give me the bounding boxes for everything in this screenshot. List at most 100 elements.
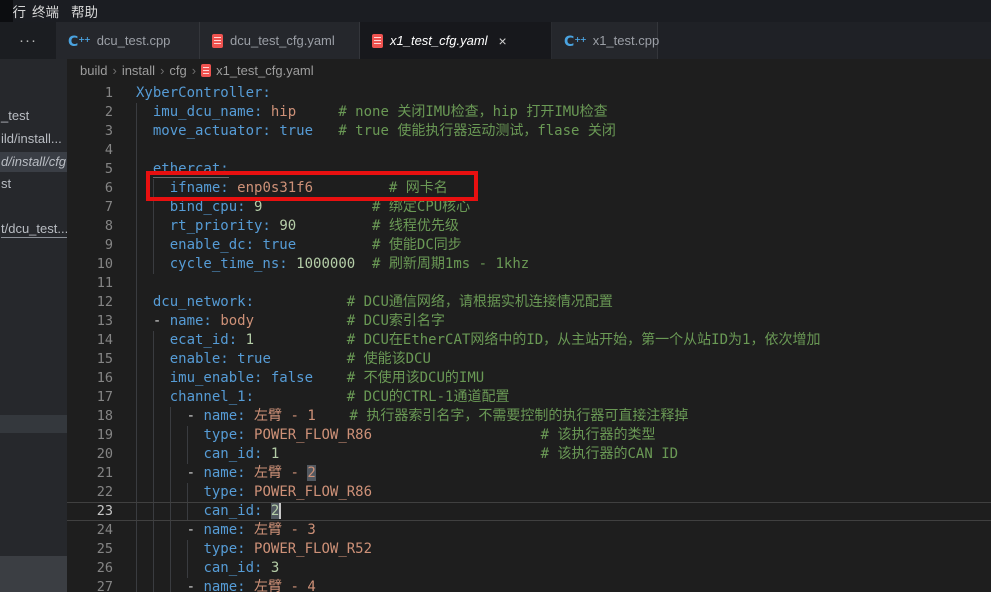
code-line-23[interactable]: 23 can_id: 2 <box>67 502 991 521</box>
code-segment: move_actuator: <box>153 123 271 139</box>
code-segment <box>136 237 170 253</box>
code-line-3[interactable]: 3 move_actuator: true # true 使能执行器运动测试，f… <box>67 122 991 141</box>
code-line-11[interactable]: 11 <box>67 274 991 293</box>
code-segment: - <box>187 408 204 424</box>
line-number: 20 <box>67 445 113 464</box>
side-panel-item-3[interactable]: st <box>0 174 67 194</box>
code-text: XyberController: <box>136 84 271 103</box>
code-segment: name: <box>203 522 245 538</box>
code-line-10[interactable]: 10 cycle_time_ns: 1000000 # 刷新周期1ms - 1k… <box>67 255 991 274</box>
code-line-4[interactable]: 4 <box>67 141 991 160</box>
code-segment: 2 <box>271 503 281 519</box>
code-line-26[interactable]: 26 can_id: 3 <box>67 559 991 578</box>
menu-item-0[interactable]: 行 <box>13 1 26 21</box>
code-line-20[interactable]: 20 can_id: 1 # 该执行器的CAN ID <box>67 445 991 464</box>
code-line-16[interactable]: 16 imu_enable: false # 不使用该DCU的IMU <box>67 369 991 388</box>
code-segment <box>271 351 347 367</box>
tab-bar-left-zone: ··· <box>0 22 56 59</box>
code-line-25[interactable]: 25 type: POWER_FLOW_R52 <box>67 540 991 559</box>
breadcrumb: build›install›cfg› x1_test_cfg.yaml <box>67 59 991 81</box>
code-line-5[interactable]: 5 ethercat: <box>67 160 991 179</box>
code-segment: name: <box>203 408 245 424</box>
comment-text: # 刷新周期1ms - 1khz <box>372 256 529 272</box>
menu-item-1[interactable]: 终端 <box>26 1 65 21</box>
line-number: 11 <box>67 274 113 293</box>
side-panel-item-0[interactable]: _test <box>0 106 67 126</box>
code-text: - name: 左臂 - 3 <box>136 521 316 540</box>
code-line-14[interactable]: 14 ecat_id: 1 # DCU在EtherCAT网络中的ID，从主站开始… <box>67 331 991 350</box>
vscode-window: 行终端帮助 ··· C++dcu_test.cppdcu_test_cfg.ya… <box>0 0 991 592</box>
side-panel-highlight-bar[interactable] <box>0 415 67 433</box>
tab-x1_test-cpp[interactable]: C++x1_test.cpp <box>552 22 658 59</box>
breadcrumb-file[interactable]: x1_test_cfg.yaml <box>201 63 314 78</box>
code-line-7[interactable]: 7 bind_cpu: 9 # 绑定CPU核心 <box>67 198 991 217</box>
menu-items: 行终端帮助 <box>13 1 104 21</box>
code-line-6[interactable]: 6 ifname: enp0s31f6 # 网卡名 <box>67 179 991 198</box>
code-line-2[interactable]: 2 imu_dcu_name: hip # none 关闭IMU检查，hip 打… <box>67 103 991 122</box>
menu-item-2[interactable]: 帮助 <box>65 1 104 21</box>
code-segment: dcu_network: <box>153 294 254 310</box>
code-segment: enable: <box>170 351 229 367</box>
breadcrumb-item-build[interactable]: build <box>80 63 107 78</box>
breadcrumb-item-cfg[interactable]: cfg <box>169 63 186 78</box>
side-panel-bottom-block <box>0 556 67 592</box>
code-segment: ethercat: <box>153 161 229 178</box>
side-panel-item-2[interactable]: d/install/cfg <box>0 152 67 172</box>
code-text: dcu_network: # DCU通信网络，请根据实机连接情况配置 <box>136 293 613 312</box>
code-segment <box>296 218 372 234</box>
code-line-13[interactable]: 13 - name: body # DCU索引名字 <box>67 312 991 331</box>
tab-label: x1_test_cfg.yaml <box>390 33 488 48</box>
breadcrumb-file-label: x1_test_cfg.yaml <box>216 63 314 78</box>
side-panel-item-label: _test <box>1 108 29 123</box>
code-line-18[interactable]: 18 - name: 左臂 - 1 # 执行器索引名字，不需要控制的执行器可直接… <box>67 407 991 426</box>
code-segment: bind_cpu: <box>170 199 246 215</box>
code-segment <box>262 104 270 120</box>
line-number: 27 <box>67 578 113 592</box>
breadcrumb-separator: › <box>187 63 201 78</box>
code-segment: rt_priority: <box>170 218 271 234</box>
code-segment <box>136 522 187 538</box>
side-panel-item-label: d/install/cfg <box>1 154 66 169</box>
code-segment: XyberController: <box>136 85 271 101</box>
comment-text: # DCU通信网络，请根据实机连接情况配置 <box>347 294 613 310</box>
breadcrumb-item-install[interactable]: install <box>122 63 155 78</box>
line-number: 21 <box>67 464 113 483</box>
code-segment <box>237 332 245 348</box>
close-icon[interactable]: × <box>499 34 507 48</box>
code-line-22[interactable]: 22 type: POWER_FLOW_R86 <box>67 483 991 502</box>
line-number: 6 <box>67 179 113 198</box>
line-number: 19 <box>67 426 113 445</box>
side-panel-item-1[interactable]: ild/install... <box>0 129 67 149</box>
line-number: 5 <box>67 160 113 179</box>
tabs-container: C++dcu_test.cppdcu_test_cfg.yamlx1_test_… <box>56 22 658 59</box>
code-line-8[interactable]: 8 rt_priority: 90 # 线程优先级 <box>67 217 991 236</box>
code-segment <box>136 389 170 405</box>
tab-x1_test_cfg-yaml[interactable]: x1_test_cfg.yaml × <box>360 22 552 59</box>
code-text: type: POWER_FLOW_R86 # 该执行器的类型 <box>136 426 655 445</box>
code-line-9[interactable]: 9 enable_dc: true # 使能DC同步 <box>67 236 991 255</box>
line-number: 22 <box>67 483 113 502</box>
code-line-19[interactable]: 19 type: POWER_FLOW_R86 # 该执行器的类型 <box>67 426 991 445</box>
side-panel-item-4[interactable]: t/dcu_test... <box>0 219 67 239</box>
comment-text: # DCU索引名字 <box>347 313 445 329</box>
code-line-24[interactable]: 24 - name: 左臂 - 3 <box>67 521 991 540</box>
line-number: 7 <box>67 198 113 217</box>
code-segment: can_id: <box>203 446 262 462</box>
code-line-21[interactable]: 21 - name: 左臂 - 2 <box>67 464 991 483</box>
code-segment <box>136 408 187 424</box>
code-line-27[interactable]: 27 - name: 左臂 - 4 <box>67 578 991 592</box>
code-line-12[interactable]: 12 dcu_network: # DCU通信网络，请根据实机连接情况配置 <box>67 293 991 312</box>
code-segment <box>254 389 347 405</box>
more-actions-icon[interactable]: ··· <box>19 32 37 49</box>
code-line-15[interactable]: 15 enable: true # 使能该DCU <box>67 350 991 369</box>
code-segment <box>136 465 187 481</box>
line-number: 4 <box>67 141 113 160</box>
tab-dcu_test_cfg-yaml[interactable]: dcu_test_cfg.yaml <box>200 22 360 59</box>
code-segment: POWER_FLOW_R52 <box>254 541 372 557</box>
tab-dcu_test-cpp[interactable]: C++dcu_test.cpp <box>56 22 200 59</box>
code-segment: can_id: <box>203 560 262 576</box>
code-segment <box>136 484 203 500</box>
code-segment <box>246 408 254 424</box>
code-line-1[interactable]: 1XyberController: <box>67 84 991 103</box>
code-line-17[interactable]: 17 channel_1: # DCU的CTRL-1通道配置 <box>67 388 991 407</box>
